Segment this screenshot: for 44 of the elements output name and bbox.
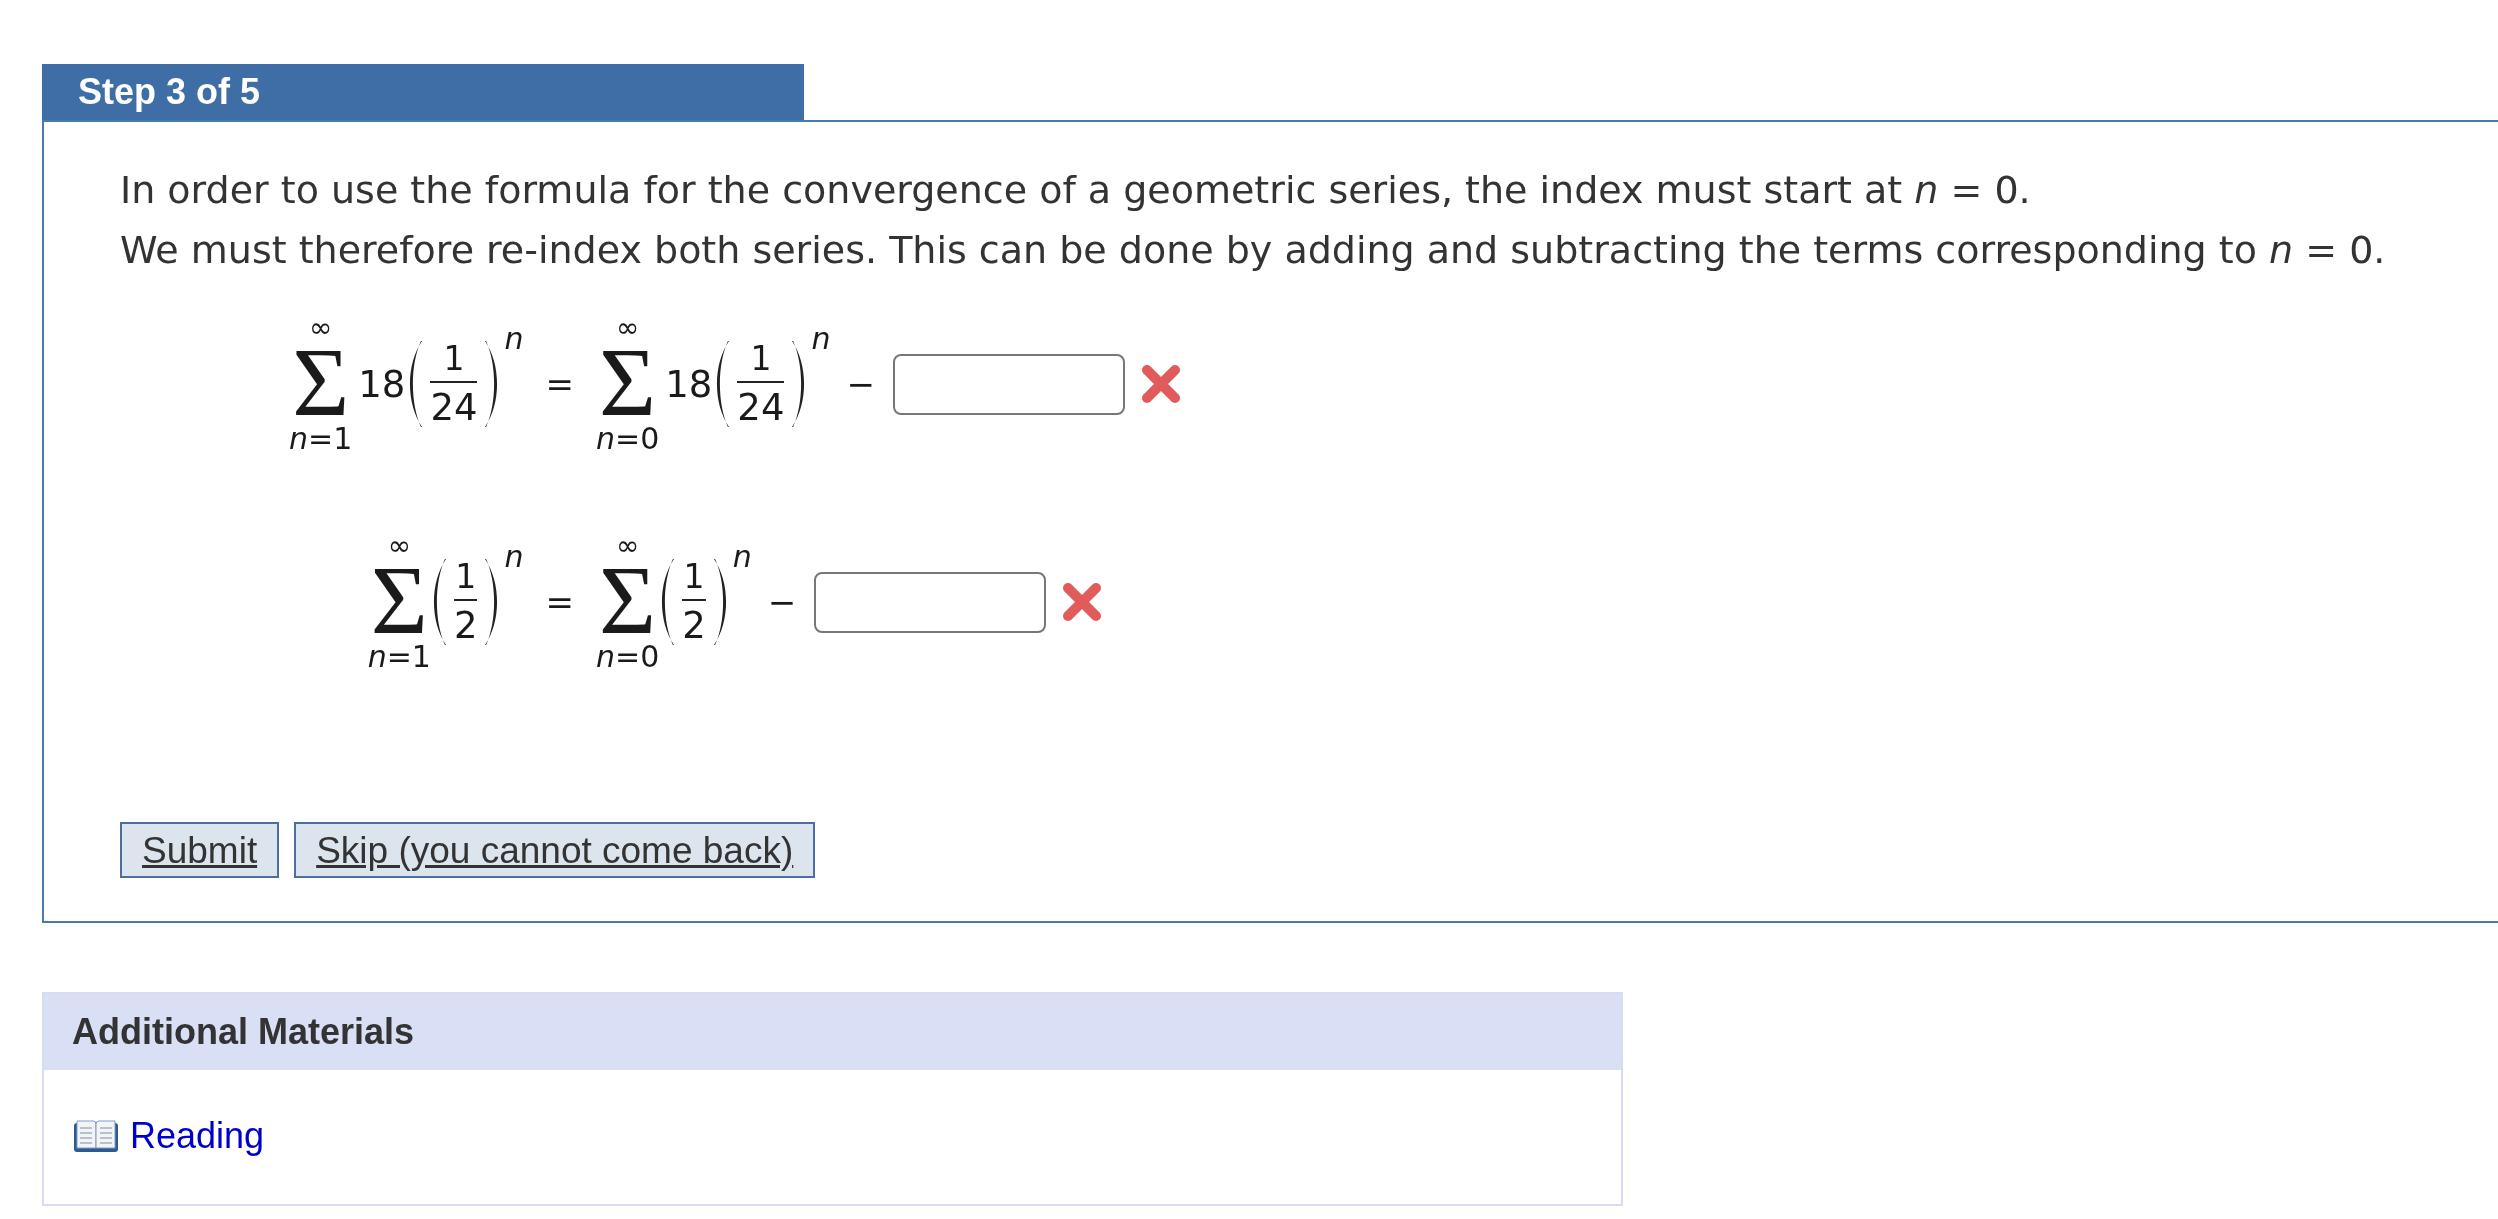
- right-parenthesis-icon: [713, 559, 729, 645]
- left-parenthesis-icon: [407, 341, 423, 427]
- exponent: n: [504, 324, 524, 354]
- summation-sign: Σ: [292, 342, 350, 422]
- numerator: 1: [455, 560, 477, 593]
- upper-limit: ∞: [615, 532, 640, 560]
- summation-sign: Σ: [599, 342, 657, 422]
- left-parenthesis-icon: [659, 559, 675, 645]
- lower-limit: n=0: [596, 424, 660, 454]
- reading-link[interactable]: Reading: [130, 1118, 265, 1154]
- numerator: 1: [443, 342, 465, 375]
- equals-sign: =: [545, 367, 574, 401]
- coefficient: 18: [358, 365, 406, 403]
- denominator: 24: [430, 389, 478, 426]
- lower-limit: n=1: [289, 424, 353, 454]
- answer-field[interactable]: [814, 571, 1047, 633]
- denominator: 2: [453, 607, 478, 644]
- lower-limit: n=1: [367, 642, 431, 672]
- exponent: n: [811, 324, 831, 354]
- denominator: 2: [682, 607, 706, 644]
- equals-sign: =: [545, 585, 574, 619]
- upper-limit: ∞: [615, 314, 640, 342]
- minus-sign: −: [846, 367, 875, 401]
- minus-sign: −: [767, 585, 797, 619]
- answer-field[interactable]: [892, 353, 1125, 415]
- numerator: 1: [750, 342, 772, 375]
- lower-limit: n=0: [596, 642, 660, 672]
- left-parenthesis-icon: [714, 341, 730, 427]
- exponent: n: [732, 542, 752, 572]
- upper-limit: ∞: [309, 314, 333, 342]
- section-title: Additional Materials: [44, 994, 1621, 1070]
- summation-sign: Σ: [370, 560, 428, 640]
- summation-sign: Σ: [599, 560, 657, 640]
- upper-limit: ∞: [387, 532, 411, 560]
- submit-button[interactable]: Submit: [120, 822, 280, 878]
- instruction-text: In order to use the formula for the convergence of a geometric series, the index must start at n = 0.: [120, 167, 2031, 214]
- skip-button[interactable]: Skip (you cannot come back): [294, 822, 816, 878]
- book-icon: [74, 1118, 118, 1154]
- exponent: n: [504, 542, 524, 572]
- coefficient: 18: [665, 365, 713, 403]
- step-header: Step 3 of 5: [42, 64, 804, 120]
- instruction-text: We must therefore re-index both series. This can be done by adding and subtracting the terms corresponding to n = 0.: [120, 227, 2386, 274]
- numerator: 1: [683, 560, 705, 593]
- denominator: 24: [737, 389, 785, 426]
